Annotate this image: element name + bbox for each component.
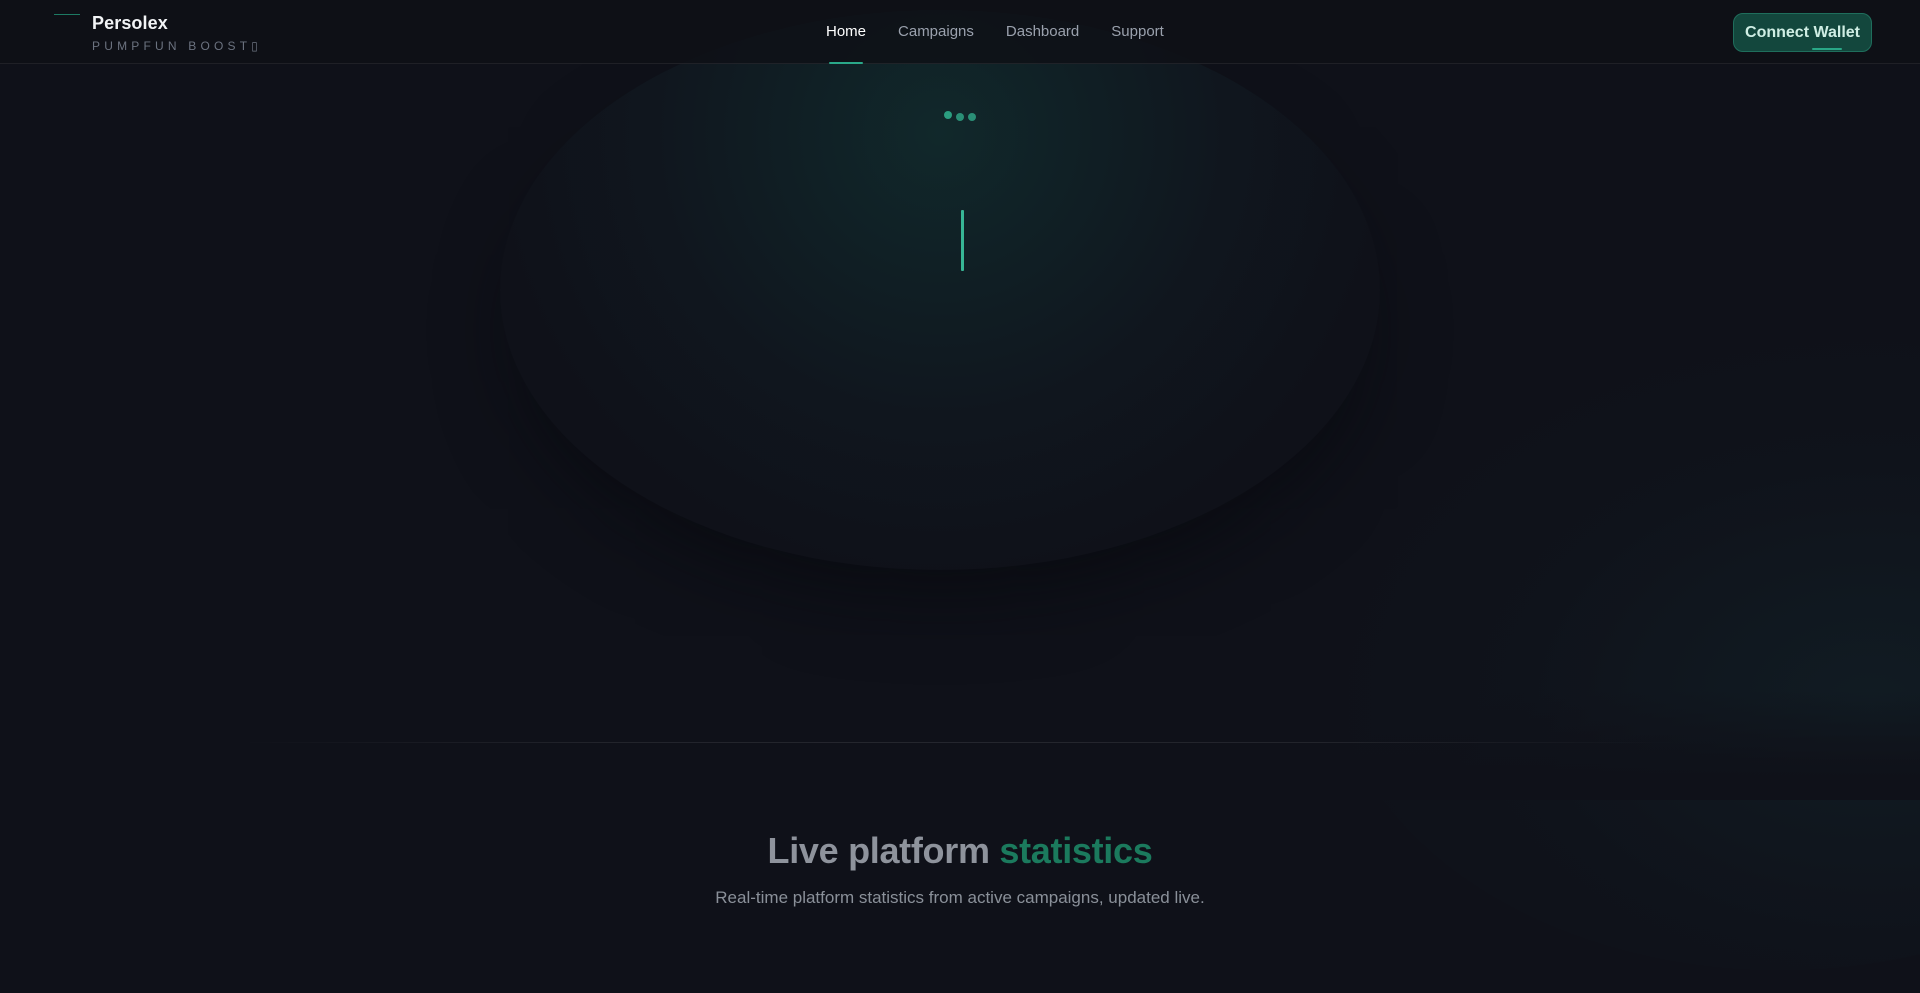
stats-heading-accent: statistics bbox=[999, 830, 1153, 871]
stats-subtitle: Real-time platform statistics from activ… bbox=[715, 888, 1205, 907]
loading-dot bbox=[956, 113, 964, 121]
connect-wallet-button[interactable]: Connect Wallet bbox=[1733, 13, 1872, 52]
button-glint bbox=[1812, 48, 1842, 50]
nav-item-dashboard[interactable]: Dashboard bbox=[990, 0, 1095, 64]
stats-heading: Live platform statistics bbox=[0, 830, 1920, 872]
nav-item-label: Dashboard bbox=[1005, 23, 1080, 40]
main-nav: Home Campaigns Dashboard Support bbox=[810, 0, 1180, 64]
page: Persolex PUMPFUN BOOST▯ Home Campaigns D… bbox=[0, 0, 1920, 993]
typing-caret bbox=[961, 210, 964, 271]
logo-icon[interactable] bbox=[54, 14, 80, 15]
nav-item-label: Support bbox=[1111, 23, 1164, 40]
stats-heading-prefix: Live platform bbox=[767, 830, 990, 871]
hero-fade bbox=[0, 690, 1920, 800]
section-divider bbox=[240, 742, 1680, 743]
loading-dot bbox=[944, 111, 952, 119]
secondary-glow bbox=[1330, 330, 1920, 970]
nav-item-support[interactable]: Support bbox=[1095, 0, 1180, 64]
brand-tagline: PUMPFUN BOOST▯ bbox=[92, 39, 263, 53]
hero-glow bbox=[500, 10, 1380, 570]
loading-dot bbox=[968, 113, 976, 121]
loading-dots-icon bbox=[943, 110, 979, 124]
active-nav-indicator bbox=[829, 62, 864, 64]
nav-item-campaigns[interactable]: Campaigns bbox=[882, 0, 990, 64]
top-header: Persolex PUMPFUN BOOST▯ Home Campaigns D… bbox=[0, 0, 1920, 64]
nav-item-label: Home bbox=[826, 23, 867, 40]
brand-name[interactable]: Persolex bbox=[92, 13, 168, 34]
nav-item-label: Campaigns bbox=[898, 23, 974, 40]
nav-item-home[interactable]: Home bbox=[810, 0, 882, 64]
